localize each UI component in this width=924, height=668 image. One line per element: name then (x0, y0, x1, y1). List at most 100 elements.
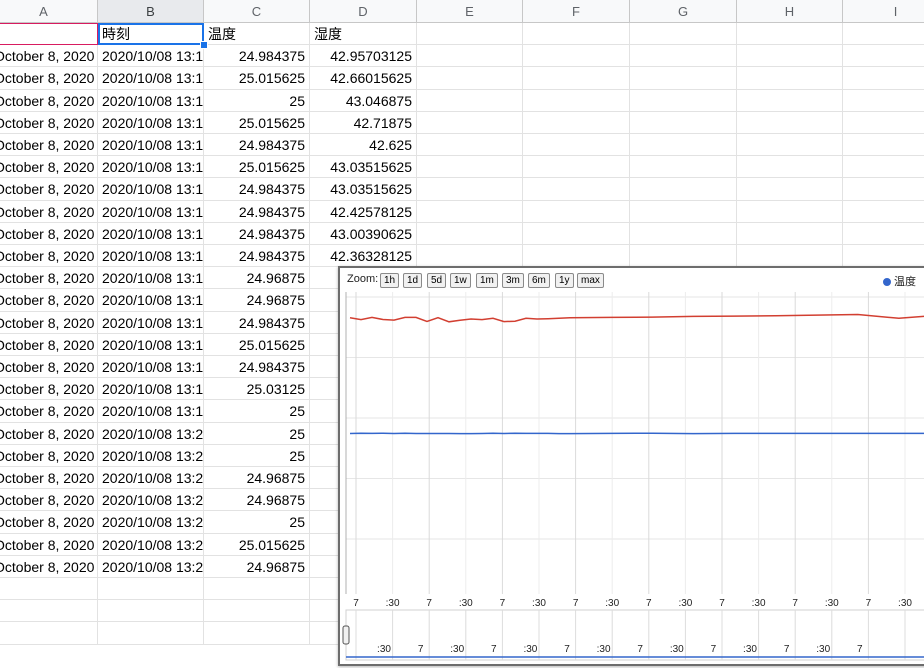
data-cell-a[interactable]: October 8, 2020 (0, 445, 98, 467)
data-cell-a[interactable]: October 8, 2020 (0, 334, 98, 356)
cell[interactable] (737, 201, 843, 223)
data-cell-c[interactable]: 25 (204, 511, 310, 533)
cell[interactable] (737, 223, 843, 245)
cell[interactable] (417, 245, 523, 267)
data-cell-c[interactable]: 24.96875 (204, 556, 310, 578)
data-cell-d[interactable]: 42.95703125 (310, 45, 417, 67)
data-cell-b[interactable]: 2020/10/08 13:1 (98, 156, 204, 178)
data-cell-c[interactable]: 24.984375 (204, 134, 310, 156)
cell[interactable] (630, 90, 737, 112)
data-cell-b[interactable]: 2020/10/08 13:1 (98, 45, 204, 67)
cell[interactable] (523, 223, 630, 245)
cell[interactable] (737, 67, 843, 89)
data-cell-b[interactable]: 2020/10/08 13:1 (98, 356, 204, 378)
data-cell-d[interactable]: 43.00390625 (310, 223, 417, 245)
cell[interactable] (630, 112, 737, 134)
header-cell-d[interactable]: 湿度 (310, 23, 417, 45)
data-cell-b[interactable]: 2020/10/08 13:1 (98, 178, 204, 200)
cell[interactable] (843, 223, 924, 245)
data-cell-a[interactable]: October 8, 2020 (0, 223, 98, 245)
cell[interactable] (523, 90, 630, 112)
data-cell-d[interactable]: 43.046875 (310, 90, 417, 112)
data-cell-c[interactable]: 24.984375 (204, 312, 310, 334)
data-cell-c[interactable]: 25 (204, 423, 310, 445)
cell[interactable] (523, 178, 630, 200)
data-cell-b[interactable]: 2020/10/08 13:1 (98, 378, 204, 400)
column-header-c[interactable]: C (204, 0, 310, 23)
data-cell-d[interactable]: 42.36328125 (310, 245, 417, 267)
cell[interactable] (630, 245, 737, 267)
data-cell-d[interactable]: 42.42578125 (310, 201, 417, 223)
data-cell-d[interactable]: 42.625 (310, 134, 417, 156)
data-cell-a[interactable]: October 8, 2020 (0, 534, 98, 556)
cell[interactable] (0, 600, 98, 622)
data-cell-b[interactable]: 2020/10/08 13:1 (98, 67, 204, 89)
cell[interactable] (523, 156, 630, 178)
cell[interactable] (417, 45, 523, 67)
cell[interactable] (630, 178, 737, 200)
cell[interactable] (843, 67, 924, 89)
data-cell-c[interactable]: 24.984375 (204, 356, 310, 378)
data-cell-c[interactable]: 24.984375 (204, 223, 310, 245)
cell[interactable] (843, 90, 924, 112)
cell[interactable] (98, 578, 204, 600)
data-cell-a[interactable]: October 8, 2020 (0, 378, 98, 400)
data-cell-a[interactable]: October 8, 2020 (0, 289, 98, 311)
cell[interactable] (204, 600, 310, 622)
data-cell-b[interactable]: 2020/10/08 13:2 (98, 423, 204, 445)
cell[interactable] (843, 245, 924, 267)
cell[interactable] (843, 45, 924, 67)
data-cell-b[interactable]: 2020/10/08 13:1 (98, 223, 204, 245)
data-cell-c[interactable]: 24.96875 (204, 467, 310, 489)
data-cell-b[interactable]: 2020/10/08 13:1 (98, 90, 204, 112)
data-cell-d[interactable]: 42.71875 (310, 112, 417, 134)
data-cell-a[interactable]: October 8, 2020 (0, 423, 98, 445)
data-cell-a[interactable]: October 8, 2020 (0, 90, 98, 112)
cell[interactable] (737, 245, 843, 267)
data-cell-a[interactable]: October 8, 2020 (0, 467, 98, 489)
column-header-g[interactable]: G (630, 0, 737, 23)
data-cell-c[interactable]: 25 (204, 400, 310, 422)
data-cell-a[interactable]: October 8, 2020 (0, 156, 98, 178)
data-cell-c[interactable]: 24.96875 (204, 489, 310, 511)
data-cell-b[interactable]: 2020/10/08 13:1 (98, 134, 204, 156)
cell[interactable] (737, 178, 843, 200)
data-cell-a[interactable]: October 8, 2020 (0, 134, 98, 156)
cell[interactable] (417, 67, 523, 89)
cell[interactable] (630, 223, 737, 245)
data-cell-c[interactable]: 25 (204, 90, 310, 112)
data-cell-a[interactable]: October 8, 2020 (0, 201, 98, 223)
data-cell-c[interactable]: 24.984375 (204, 245, 310, 267)
cell[interactable] (0, 622, 98, 644)
data-cell-b[interactable]: 2020/10/08 13:1 (98, 112, 204, 134)
cell[interactable] (630, 23, 737, 45)
cell[interactable] (737, 23, 843, 45)
column-header-a[interactable]: A (0, 0, 98, 23)
column-header-f[interactable]: F (523, 0, 630, 23)
data-cell-a[interactable]: October 8, 2020 (0, 356, 98, 378)
data-cell-d[interactable]: 42.66015625 (310, 67, 417, 89)
cell[interactable] (98, 622, 204, 644)
fill-handle[interactable] (200, 41, 208, 49)
data-cell-c[interactable]: 25.015625 (204, 112, 310, 134)
data-cell-c[interactable]: 25.015625 (204, 534, 310, 556)
cell[interactable] (843, 201, 924, 223)
data-cell-a[interactable]: October 8, 2020 (0, 245, 98, 267)
data-cell-b[interactable]: 2020/10/08 13:1 (98, 400, 204, 422)
data-cell-a[interactable]: October 8, 2020 (0, 112, 98, 134)
annotated-timeline-chart[interactable]: Zoom: 1h1d5d1w1m3m6m1ymax 温度 7:307:307:3… (338, 266, 924, 666)
data-cell-c[interactable]: 25.015625 (204, 334, 310, 356)
cell[interactable] (417, 23, 523, 45)
cell[interactable] (630, 67, 737, 89)
cell[interactable] (630, 134, 737, 156)
cell[interactable] (417, 90, 523, 112)
data-cell-c[interactable]: 24.96875 (204, 289, 310, 311)
data-cell-c[interactable]: 25.03125 (204, 378, 310, 400)
cell[interactable] (630, 45, 737, 67)
data-cell-b[interactable]: 2020/10/08 13:1 (98, 245, 204, 267)
data-cell-a[interactable]: October 8, 2020 (0, 67, 98, 89)
data-cell-c[interactable]: 25.015625 (204, 156, 310, 178)
cell[interactable] (737, 45, 843, 67)
data-cell-b[interactable]: 2020/10/08 13:1 (98, 312, 204, 334)
data-cell-b[interactable]: 2020/10/08 13:1 (98, 201, 204, 223)
